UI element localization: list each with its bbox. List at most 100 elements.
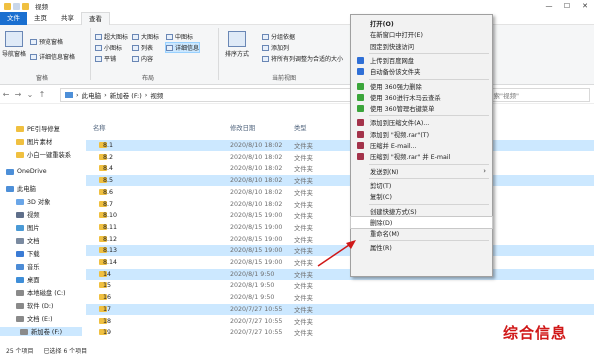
- file-row[interactable]: 17 2020/7/27 10:55 文件夹: [86, 303, 594, 315]
- small-icons-icon: [95, 44, 102, 51]
- minimize-button[interactable]: —: [540, 0, 558, 12]
- menu-item-label: 使用 360进行木马云查杀: [370, 94, 441, 102]
- nav-item-12[interactable]: 本地磁盘 (C:): [16, 288, 66, 297]
- menu-item[interactable]: 固定到快速访问: [351, 41, 492, 52]
- nav-item-7[interactable]: 图片: [16, 223, 40, 232]
- menu-item[interactable]: 使用 360强力删除: [351, 81, 492, 92]
- new-folder-icon[interactable]: [22, 2, 29, 10]
- back-arrow-icon[interactable]: ←: [0, 90, 12, 99]
- tab-home[interactable]: 主页: [27, 12, 54, 25]
- nav-item-11[interactable]: 桌面: [16, 275, 40, 284]
- menu-item[interactable]: 发送到(N) ›: [351, 166, 492, 177]
- nav-item-4[interactable]: 此电脑: [6, 184, 36, 193]
- menu-item[interactable]: 自动备份该文件夹: [351, 66, 492, 77]
- nav-item-9[interactable]: 下载: [16, 249, 40, 258]
- file-row[interactable]: 8.4 2020/8/10 18:02 文件夹: [86, 163, 594, 174]
- nav-item-5[interactable]: 3D 对象: [16, 197, 50, 206]
- menu-item[interactable]: 在新窗口中打开(E): [351, 29, 492, 40]
- file-date: 2020/8/15 19:00: [230, 212, 283, 220]
- extra-large-icons-icon: [95, 33, 102, 40]
- group-by-icon: [262, 33, 269, 40]
- nav-item-10[interactable]: 音乐: [16, 262, 40, 271]
- tab-share[interactable]: 共享: [54, 12, 81, 25]
- nav-item-0[interactable]: PE引导修复: [16, 124, 60, 133]
- nav-item-label: 图片: [27, 225, 40, 232]
- large-icons-option[interactable]: 大图标: [132, 32, 159, 41]
- file-row[interactable]: 15 2020/8/1 9:50 文件夹: [86, 280, 594, 291]
- menu-item[interactable]: 使用 360管理右键菜单: [351, 103, 492, 114]
- menu-item[interactable]: 添加到 "视频.rar"(T): [351, 129, 492, 140]
- menu-item-icon: [357, 82, 364, 90]
- file-row[interactable]: 8.2 2020/8/10 18:02 文件夹: [86, 152, 594, 163]
- navigation-pane-label: 导航窗格: [2, 51, 27, 58]
- details-view-option[interactable]: 详细信息: [164, 42, 201, 53]
- file-row[interactable]: 8.5 2020/8/10 18:02 文件夹: [86, 175, 594, 187]
- column-header-type[interactable]: 类型: [294, 123, 307, 132]
- maximize-button[interactable]: ☐: [558, 0, 576, 12]
- content-icon: [132, 55, 139, 62]
- menu-item[interactable]: 压缩到 "视频.rar" 并 E-mail: [351, 151, 492, 162]
- extra-large-icons-label: 超大图标: [104, 34, 129, 41]
- details-pane-button[interactable]: 详细信息窗格: [30, 52, 75, 61]
- tab-view[interactable]: 查看: [81, 11, 110, 25]
- file-date: 2020/8/10 18:02: [230, 165, 283, 173]
- menu-item[interactable]: 剪切(T): [351, 180, 492, 191]
- file-row[interactable]: 14 2020/8/1 9:50 文件夹: [86, 268, 594, 280]
- file-row[interactable]: 8.6 2020/8/10 18:02 文件夹: [86, 187, 594, 198]
- medium-icons-option[interactable]: 中图标: [166, 32, 193, 41]
- tab-file[interactable]: 文件: [0, 11, 27, 25]
- up-arrow-icon[interactable]: ↑: [36, 90, 48, 99]
- breadcrumb-folder[interactable]: 视频: [150, 90, 163, 100]
- tiles-option[interactable]: 平铺: [95, 54, 116, 63]
- properties-icon[interactable]: [13, 2, 20, 10]
- add-columns-button[interactable]: 添加列: [262, 43, 289, 52]
- menu-item[interactable]: 使用 360进行木马云查杀: [351, 92, 492, 103]
- nav-item-3[interactable]: OneDrive: [6, 168, 47, 175]
- menu-item[interactable]: 打开(O): [351, 18, 492, 29]
- file-name: 8.12: [103, 235, 118, 243]
- list-option[interactable]: 列表: [132, 43, 153, 52]
- menu-item[interactable]: 创建快捷方式(S): [351, 206, 492, 217]
- fit-columns-button[interactable]: 将所有列调整为合适的大小: [262, 54, 343, 63]
- menu-item[interactable]: 删除(D): [350, 215, 493, 229]
- nav-item-14[interactable]: 文档 (E:): [16, 314, 53, 323]
- navigation-pane-button[interactable]: 导航窗格: [2, 31, 26, 58]
- menu-item[interactable]: 属性(R): [351, 242, 492, 253]
- file-row[interactable]: 16 2020/8/1 9:50 文件夹: [86, 292, 594, 303]
- breadcrumb-drive[interactable]: 新加卷 (F:): [110, 90, 142, 100]
- preview-pane-button[interactable]: 预览窗格: [30, 37, 63, 46]
- nav-item-13[interactable]: 软件 (D:): [16, 301, 53, 310]
- file-row[interactable]: 8.11 2020/8/15 19:00 文件夹: [86, 222, 594, 233]
- menu-item[interactable]: 重命名(M): [351, 228, 492, 239]
- fit-columns-icon: [262, 55, 269, 62]
- file-row[interactable]: 8.13 2020/8/15 19:00 文件夹: [86, 245, 594, 257]
- file-row[interactable]: 8.1 2020/8/10 18:02 文件夹: [86, 140, 594, 151]
- menu-item[interactable]: 复制(C): [351, 191, 492, 202]
- forward-arrow-icon[interactable]: →: [12, 90, 24, 99]
- menu-separator: [369, 115, 489, 117]
- nav-item-6[interactable]: 视频: [16, 210, 40, 219]
- menu-item[interactable]: 上传到百度网盘: [351, 55, 492, 66]
- file-row[interactable]: 8.12 2020/8/15 19:00 文件夹: [86, 234, 594, 245]
- nav-item-2[interactable]: 小白一键重装系: [16, 150, 71, 159]
- menu-item-label: 使用 360管理右键菜单: [370, 106, 435, 114]
- content-option[interactable]: 内容: [132, 54, 153, 63]
- group-by-button[interactable]: 分组依据: [262, 32, 295, 41]
- breadcrumb-this-pc[interactable]: 此电脑: [82, 90, 102, 100]
- menu-item[interactable]: 压缩并 E-mail...: [351, 140, 492, 151]
- close-button[interactable]: ✕: [576, 0, 594, 12]
- extra-large-icons-option[interactable]: 超大图标: [95, 32, 128, 41]
- file-row[interactable]: 8.14 2020/8/15 19:00 文件夹: [86, 257, 594, 268]
- sort-by-button[interactable]: 排序方式: [222, 31, 252, 58]
- file-name: 8.5: [103, 177, 114, 185]
- menu-item[interactable]: 添加到压缩文件(A)...: [351, 117, 492, 128]
- small-icons-option[interactable]: 小图标: [95, 43, 122, 52]
- column-header-name[interactable]: 名称: [93, 123, 106, 132]
- nav-item-8[interactable]: 文档: [16, 236, 40, 245]
- recent-dropdown-icon[interactable]: ⌄: [24, 90, 36, 99]
- nav-item-1[interactable]: 图片素材: [16, 137, 52, 146]
- file-row[interactable]: 8.7 2020/8/10 18:02 文件夹: [86, 199, 594, 210]
- file-row[interactable]: 8.10 2020/8/15 19:00 文件夹: [86, 210, 594, 221]
- nav-item-15[interactable]: 新加卷 (F:): [0, 327, 82, 336]
- column-header-date[interactable]: 修改日期: [230, 123, 255, 132]
